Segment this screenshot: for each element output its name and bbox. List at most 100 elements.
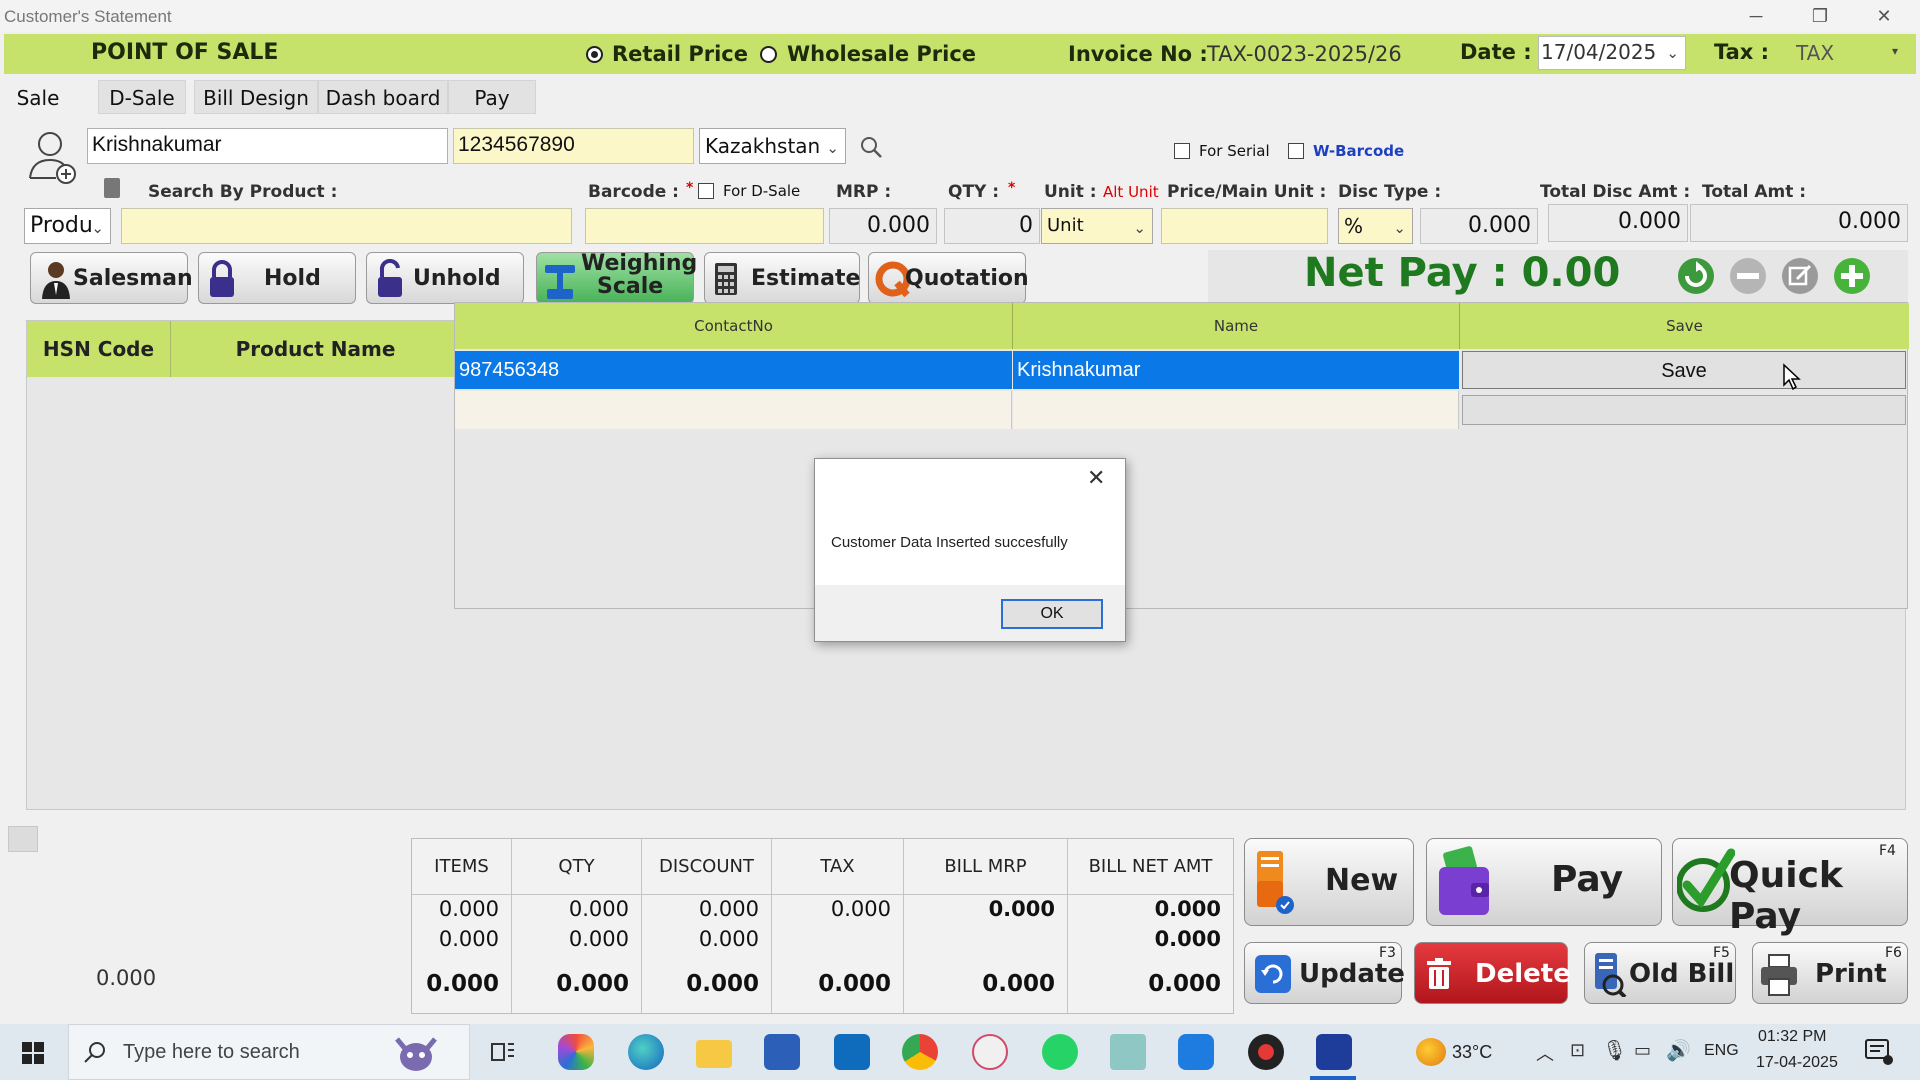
microsoft-store-icon[interactable] — [764, 1034, 800, 1070]
tax-select[interactable]: TAX ▾ — [1790, 36, 1904, 70]
for-dsale-checkbox[interactable] — [698, 183, 714, 199]
weighing-scale-button[interactable]: Weighing Scale — [536, 251, 697, 304]
taskbar-time[interactable]: 01:32 PM — [1758, 1028, 1826, 1046]
column-header-name[interactable]: Name — [1013, 303, 1460, 349]
date-value: 17/04/2025 — [1541, 40, 1657, 64]
print-shortcut: F6 — [1885, 945, 1902, 961]
tab-sale[interactable]: Sale — [6, 80, 70, 114]
wholesale-price-radio[interactable] — [760, 46, 777, 63]
remove-icon[interactable] — [1728, 256, 1768, 296]
active-app-icon[interactable] — [1316, 1034, 1352, 1070]
bill-mrp-row1: 0.000 — [988, 897, 1055, 921]
column-header-hsn-code[interactable]: HSN Code — [27, 321, 171, 377]
calculator-icon[interactable] — [104, 178, 120, 198]
estimate-button[interactable]: Estimate — [704, 252, 860, 304]
delete-button[interactable]: Delete — [1414, 942, 1571, 1004]
tray-chevron-up-icon[interactable]: ︿ — [1536, 1040, 1554, 1066]
discount-input[interactable]: 0.000 — [1420, 208, 1538, 244]
add-icon[interactable] — [1832, 256, 1872, 296]
windows-start-icon[interactable] — [22, 1042, 44, 1064]
table-row[interactable]: 987456348 Krishnakumar Save — [455, 350, 1909, 390]
language-indicator[interactable]: ENG — [1704, 1042, 1739, 1060]
message-dialog: ✕ Customer Data Inserted succesfully OK — [814, 458, 1126, 642]
edge-icon[interactable] — [628, 1034, 664, 1070]
recorder-icon[interactable] — [1248, 1034, 1284, 1070]
column-header-product-name[interactable]: Product Name — [171, 321, 461, 377]
chrome-icon[interactable] — [902, 1034, 938, 1070]
quotation-button[interactable]: Quotation — [868, 252, 1029, 304]
refresh-icon[interactable] — [1676, 256, 1716, 296]
date-picker[interactable]: 17/04/2025 ⌄ — [1538, 36, 1686, 70]
restore-button[interactable]: ❐ — [1792, 2, 1848, 30]
wholesale-price-label[interactable]: Wholesale Price — [787, 42, 976, 66]
hold-button[interactable]: Hold — [198, 252, 356, 304]
tab-pay[interactable]: Pay — [448, 80, 536, 114]
tab-bill-design[interactable]: Bill Design — [194, 80, 318, 114]
mrp-input[interactable]: 0.000 — [829, 208, 937, 244]
customer-phone-input[interactable]: 1234567890 — [453, 128, 694, 164]
discount-row3: 0.000 — [686, 971, 759, 997]
table-row[interactable] — [455, 391, 1909, 429]
task-view-icon[interactable] — [490, 1040, 516, 1064]
temperature[interactable]: 33°C — [1452, 1042, 1492, 1063]
taskbar-date[interactable]: 17-04-2025 — [1756, 1054, 1838, 1072]
unhold-button[interactable]: Unhold — [366, 252, 524, 304]
delete-label: Delete — [1475, 959, 1571, 989]
customer-grid: ContactNo Name Save 987456348 Krishnakum… — [454, 302, 1909, 609]
name-cell[interactable] — [1013, 391, 1459, 429]
notification-icon[interactable] — [1864, 1038, 1894, 1066]
copilot-icon[interactable] — [558, 1034, 594, 1070]
network-icon[interactable]: ⊡ — [1570, 1040, 1585, 1061]
tab-d-sale[interactable]: D-Sale — [98, 80, 186, 114]
disc-type-select[interactable]: % ⌄ — [1338, 208, 1413, 244]
volume-icon[interactable]: 🔊 — [1666, 1038, 1691, 1063]
snipping-tool-icon[interactable] — [972, 1034, 1008, 1070]
product-search-input[interactable] — [121, 208, 572, 244]
ok-button[interactable]: OK — [1001, 599, 1103, 629]
column-header-contact-no[interactable]: ContactNo — [455, 303, 1013, 349]
tab-dashboard[interactable]: Dash board — [318, 80, 448, 114]
name-cell[interactable]: Krishnakumar — [1013, 351, 1459, 389]
file-explorer-icon[interactable] — [696, 1040, 732, 1068]
w-barcode-checkbox[interactable] — [1288, 143, 1304, 159]
price-input[interactable] — [1161, 208, 1328, 244]
retail-price-radio[interactable] — [586, 46, 603, 63]
weather-icon[interactable] — [1416, 1038, 1446, 1066]
pay-button[interactable]: Pay — [1426, 838, 1662, 926]
update-button[interactable]: Update F3 — [1244, 942, 1405, 1004]
invoice-number: TAX-0023-2025/26 — [1207, 42, 1402, 66]
app-icon[interactable] — [1110, 1034, 1146, 1070]
display-icon[interactable]: ▭ — [1634, 1040, 1651, 1061]
search-mode-select[interactable]: Produ ⌄ — [24, 208, 111, 244]
contact-cell[interactable]: 987456348 — [455, 351, 1012, 389]
search-icon[interactable] — [858, 134, 886, 162]
save-row-button[interactable]: Save — [1462, 351, 1906, 389]
barcode-input[interactable] — [585, 208, 824, 244]
country-select[interactable]: Kazakhstan ⌄ — [699, 128, 846, 164]
outlook-icon[interactable] — [834, 1034, 870, 1070]
taskbar-search-box[interactable]: Type here to search — [68, 1024, 470, 1080]
calculator-icon — [715, 263, 737, 295]
new-button[interactable]: New — [1244, 838, 1414, 926]
add-customer-icon[interactable] — [26, 130, 78, 188]
old-bill-button[interactable]: Old Bill F5 — [1584, 942, 1736, 1004]
quick-pay-button[interactable]: Quick Pay F4 — [1672, 838, 1908, 937]
unit-select[interactable]: Unit ⌄ — [1041, 208, 1153, 244]
total-disc-value: 0.000 — [1548, 204, 1688, 242]
customer-name-input[interactable]: Krishnakumar — [87, 128, 448, 164]
remote-app-icon[interactable] — [1178, 1034, 1214, 1070]
edit-icon[interactable] — [1780, 256, 1820, 296]
whatsapp-icon[interactable] — [1042, 1034, 1078, 1070]
qty-input[interactable]: 0 — [944, 208, 1040, 244]
for-serial-checkbox[interactable] — [1174, 143, 1190, 159]
salesman-button[interactable]: Salesman — [30, 252, 193, 304]
print-button[interactable]: Print F6 — [1752, 942, 1908, 1004]
microphone-icon[interactable]: 🎙 — [1602, 1038, 1627, 1063]
close-window-button[interactable]: ✕ — [1856, 2, 1912, 30]
minimize-button[interactable]: ─ — [1728, 2, 1784, 30]
column-header-save[interactable]: Save — [1460, 303, 1909, 349]
retail-price-label[interactable]: Retail Price — [612, 42, 748, 66]
dialog-close-button[interactable]: ✕ — [1087, 465, 1105, 491]
contact-cell[interactable] — [455, 391, 1012, 429]
save-row-button[interactable] — [1462, 395, 1906, 425]
